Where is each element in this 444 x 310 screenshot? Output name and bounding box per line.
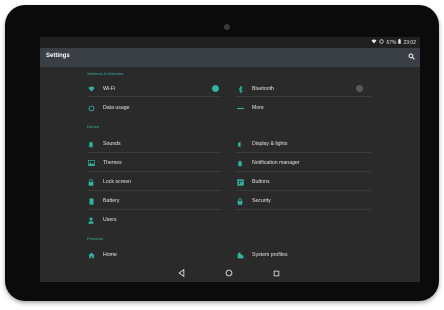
sync-icon: [379, 39, 385, 46]
battery-percent: 67%: [386, 39, 397, 46]
divider: [87, 96, 222, 97]
settings-item-bluetooth[interactable]: Bluetooth: [236, 82, 371, 96]
settings-item-display[interactable]: Display & lights: [236, 137, 371, 151]
settings-item-users[interactable]: Users: [87, 213, 222, 227]
divider: [87, 190, 222, 191]
lock-icon: [87, 178, 95, 186]
divider: [236, 209, 371, 210]
settings-item-battery[interactable]: Battery: [87, 194, 222, 208]
settings-item-sounds[interactable]: Sounds: [87, 137, 222, 151]
data-usage-icon: [87, 104, 95, 112]
settings-item-label: More: [252, 105, 264, 111]
clock: 23:02: [403, 39, 416, 46]
user-icon: [87, 216, 95, 224]
settings-item-label: Themes: [103, 160, 122, 166]
battery-setting-icon: [87, 197, 95, 205]
section-header-device: Device: [87, 124, 100, 129]
status-bar: 67% 23:02: [40, 37, 420, 48]
settings-item-label: Bluetooth: [252, 86, 274, 92]
settings-item-label: Buttons: [252, 179, 270, 185]
settings-item-label: Wi-Fi: [103, 86, 116, 92]
search-icon[interactable]: [406, 51, 416, 61]
battery-icon: [398, 39, 402, 46]
status-icons: 67% 23:02: [371, 38, 416, 47]
settings-item-wifi[interactable]: Wi-Fi: [87, 82, 222, 96]
buttons-icon: [236, 178, 244, 186]
settings-item-system-profiles[interactable]: System profiles: [236, 248, 371, 262]
settings-item-home[interactable]: Home: [87, 248, 222, 262]
settings-item-label: Battery: [103, 198, 120, 204]
settings-item-label: Users: [103, 217, 117, 223]
more-icon: [236, 104, 244, 112]
wifi-icon: [87, 85, 95, 93]
notification-bell-icon: [236, 159, 244, 167]
section-header-wireless: Wireless & networks: [87, 71, 124, 76]
bell-icon: [87, 140, 95, 148]
back-icon[interactable]: [176, 268, 186, 278]
bluetooth-toggle[interactable]: [356, 85, 363, 92]
divider: [87, 171, 222, 172]
settings-item-security[interactable]: Security: [236, 194, 371, 208]
wifi-toggle[interactable]: [212, 85, 219, 92]
settings-item-label: Home: [103, 252, 117, 258]
section-header-personal: Personal: [87, 236, 103, 241]
tablet-frame: 67% 23:02 Settings Wireless & networks W…: [5, 5, 439, 301]
settings-item-label: Display & lights: [252, 141, 288, 147]
divider: [87, 152, 222, 153]
settings-item-label: Lock screen: [103, 179, 131, 185]
wifi-signal-icon: [371, 39, 377, 46]
settings-item-label: Notification manager: [252, 160, 300, 166]
app-bar: Settings: [40, 48, 420, 67]
brightness-icon: [236, 140, 244, 148]
settings-item-lock-screen[interactable]: Lock screen: [87, 175, 222, 189]
settings-item-notification-manager[interactable]: Notification manager: [236, 156, 371, 170]
navigation-bar: [40, 264, 420, 282]
themes-icon: [87, 159, 95, 167]
settings-item-label: Data usage: [103, 105, 130, 111]
divider: [236, 171, 371, 172]
bluetooth-icon: [236, 85, 244, 93]
settings-item-data-usage[interactable]: Data usage: [87, 101, 222, 115]
divider: [236, 190, 371, 191]
security-lock-icon: [236, 197, 244, 205]
settings-item-label: Security: [252, 198, 271, 204]
front-camera: [224, 24, 230, 30]
divider: [236, 152, 371, 153]
home-icon: [87, 251, 95, 259]
settings-item-label: System profiles: [252, 252, 288, 258]
settings-item-buttons[interactable]: Buttons: [236, 175, 371, 189]
home-button-icon[interactable]: [224, 268, 234, 278]
divider: [236, 96, 371, 97]
settings-item-more[interactable]: More: [236, 101, 371, 115]
settings-item-themes[interactable]: Themes: [87, 156, 222, 170]
divider: [87, 209, 222, 210]
page-title: Settings: [46, 53, 70, 59]
settings-item-label: Sounds: [103, 141, 121, 147]
profiles-icon: [236, 251, 244, 259]
screen: 67% 23:02 Settings Wireless & networks W…: [40, 37, 420, 282]
recent-apps-icon[interactable]: [271, 268, 281, 278]
